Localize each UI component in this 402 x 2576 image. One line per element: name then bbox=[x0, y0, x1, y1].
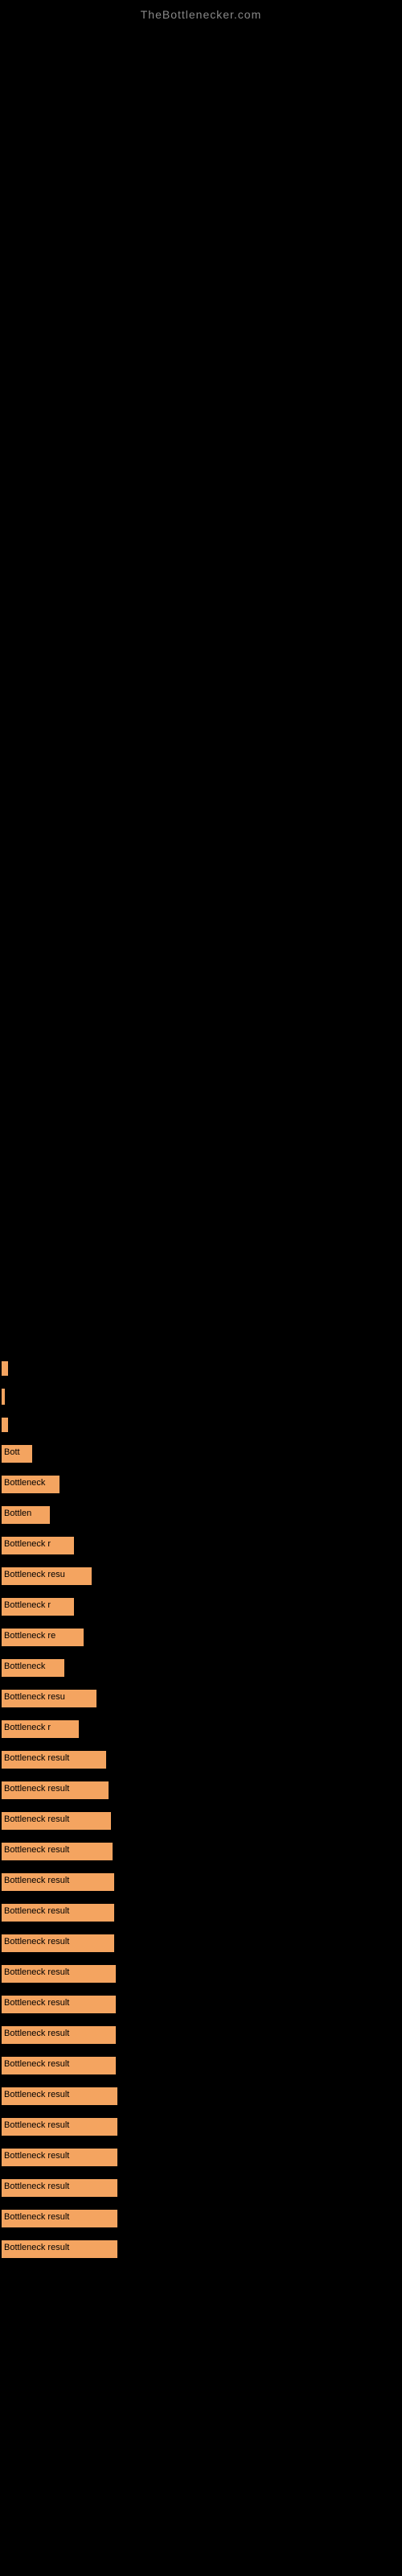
result-row-20: Bottleneck result bbox=[0, 1928, 402, 1959]
result-bar-22: Bottleneck result bbox=[2, 1996, 116, 2013]
result-row-1 bbox=[0, 1355, 402, 1382]
result-row-3 bbox=[0, 1411, 402, 1439]
result-bar-19: Bottleneck result bbox=[2, 1904, 114, 1922]
result-row-28: Bottleneck result bbox=[0, 2173, 402, 2203]
result-bar-25: Bottleneck result bbox=[2, 2087, 117, 2105]
result-row-10: Bottleneck re bbox=[0, 1622, 402, 1653]
result-bar-28: Bottleneck result bbox=[2, 2179, 117, 2197]
result-row-17: Bottleneck result bbox=[0, 1836, 402, 1867]
result-bar-3 bbox=[2, 1418, 8, 1432]
result-row-7: Bottleneck r bbox=[0, 1530, 402, 1561]
result-row-12: Bottleneck resu bbox=[0, 1683, 402, 1714]
result-bar-15: Bottleneck result bbox=[2, 1781, 109, 1799]
results-section: Bott Bottleneck Bottlen Bottleneck r Bot… bbox=[0, 1355, 402, 2281]
result-row-19: Bottleneck result bbox=[0, 1897, 402, 1928]
result-row-21: Bottleneck result bbox=[0, 1959, 402, 1989]
result-bar-30: Bottleneck result bbox=[2, 2240, 117, 2258]
result-row-8: Bottleneck resu bbox=[0, 1561, 402, 1591]
result-row-30: Bottleneck result bbox=[0, 2234, 402, 2264]
result-row-15: Bottleneck result bbox=[0, 1775, 402, 1806]
result-bar-16: Bottleneck result bbox=[2, 1812, 111, 1830]
site-header: TheBottlenecker.com bbox=[0, 0, 402, 27]
result-bar-18: Bottleneck result bbox=[2, 1873, 114, 1891]
result-bar-17: Bottleneck result bbox=[2, 1843, 113, 1860]
result-row-25: Bottleneck result bbox=[0, 2081, 402, 2112]
result-row-29: Bottleneck result bbox=[0, 2203, 402, 2234]
result-row-11: Bottleneck bbox=[0, 1653, 402, 1683]
result-bar-5: Bottleneck bbox=[2, 1476, 59, 1493]
result-row-22: Bottleneck result bbox=[0, 1989, 402, 2020]
result-bar-8: Bottleneck resu bbox=[2, 1567, 92, 1585]
main-black-area bbox=[0, 27, 402, 1355]
result-row-6: Bottlen bbox=[0, 1500, 402, 1530]
result-bar-24: Bottleneck result bbox=[2, 2057, 116, 2074]
result-row-26: Bottleneck result bbox=[0, 2112, 402, 2142]
result-bar-9: Bottleneck r bbox=[2, 1598, 74, 1616]
result-row-27: Bottleneck result bbox=[0, 2142, 402, 2173]
result-bar-2 bbox=[2, 1389, 5, 1405]
result-bar-29: Bottleneck result bbox=[2, 2210, 117, 2227]
result-bar-12: Bottleneck resu bbox=[2, 1690, 96, 1707]
result-row-9: Bottleneck r bbox=[0, 1591, 402, 1622]
result-row-18: Bottleneck result bbox=[0, 1867, 402, 1897]
result-row-5: Bottleneck bbox=[0, 1469, 402, 1500]
result-bar-21: Bottleneck result bbox=[2, 1965, 116, 1983]
result-bar-11: Bottleneck bbox=[2, 1659, 64, 1677]
result-bar-6: Bottlen bbox=[2, 1506, 50, 1524]
result-bar-14: Bottleneck result bbox=[2, 1751, 106, 1769]
result-bar-1 bbox=[2, 1361, 8, 1376]
result-row-2 bbox=[0, 1382, 402, 1411]
site-title: TheBottlenecker.com bbox=[141, 8, 262, 21]
result-row-4: Bott bbox=[0, 1439, 402, 1469]
result-row-14: Bottleneck result bbox=[0, 1744, 402, 1775]
result-bar-13: Bottleneck r bbox=[2, 1720, 79, 1738]
result-bar-23: Bottleneck result bbox=[2, 2026, 116, 2044]
result-row-23: Bottleneck result bbox=[0, 2020, 402, 2050]
result-row-24: Bottleneck result bbox=[0, 2050, 402, 2081]
result-bar-20: Bottleneck result bbox=[2, 1934, 114, 1952]
result-bar-27: Bottleneck result bbox=[2, 2149, 117, 2166]
result-row-13: Bottleneck r bbox=[0, 1714, 402, 1744]
result-bar-26: Bottleneck result bbox=[2, 2118, 117, 2136]
result-bar-7: Bottleneck r bbox=[2, 1537, 74, 1554]
result-row-16: Bottleneck result bbox=[0, 1806, 402, 1836]
result-bar-10: Bottleneck re bbox=[2, 1629, 84, 1646]
result-bar-4: Bott bbox=[2, 1445, 32, 1463]
